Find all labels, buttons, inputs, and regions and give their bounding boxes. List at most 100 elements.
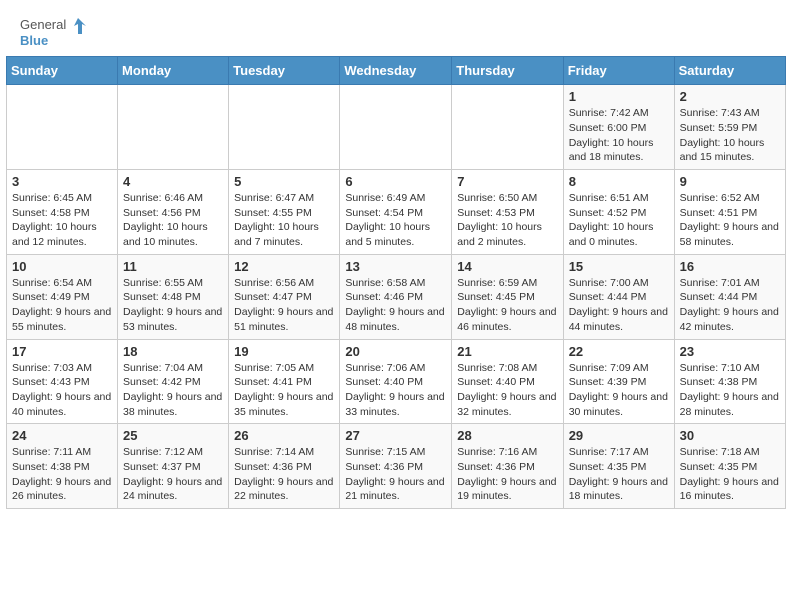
header: General Blue: [0, 0, 792, 56]
calendar-week-row: 3 Sunrise: 6:45 AM Sunset: 4:58 PM Daylig…: [7, 170, 786, 255]
day-number: 4: [123, 174, 223, 189]
calendar-cell: 29 Sunrise: 7:17 AM Sunset: 4:35 PM Dayli…: [563, 424, 674, 509]
calendar-cell: 7Sunrise: 6:50 AM Sunset: 4:53 PM Daylig…: [452, 170, 563, 255]
day-number: 13: [345, 259, 446, 274]
day-number: 18: [123, 344, 223, 359]
calendar-cell: 2Sunrise: 7:43 AM Sunset: 5:59 PM Daylig…: [674, 85, 785, 170]
day-number: 3: [12, 174, 112, 189]
calendar-cell: 18 Sunrise: 7:04 AM Sunset: 4:42 PM Dayli…: [118, 339, 229, 424]
day-number: 27: [345, 428, 446, 443]
calendar-cell: 30Sunrise: 7:18 AM Sunset: 4:35 PM Dayli…: [674, 424, 785, 509]
logo-general-text: General: [20, 18, 66, 32]
calendar-cell: 4 Sunrise: 6:46 AM Sunset: 4:56 PM Daylig…: [118, 170, 229, 255]
calendar-cell: 14 Sunrise: 6:59 AM Sunset: 4:45 PM Dayli…: [452, 254, 563, 339]
calendar-cell: 26 Sunrise: 7:14 AM Sunset: 4:36 PM Dayli…: [229, 424, 340, 509]
weekday-header-row: SundayMondayTuesdayWednesdayThursdayFrid…: [7, 57, 786, 85]
day-content: Sunrise: 7:03 AM Sunset: 4:43 PM Dayligh…: [12, 361, 112, 420]
day-number: 15: [569, 259, 669, 274]
day-number: 14: [457, 259, 557, 274]
calendar-cell: [118, 85, 229, 170]
calendar-cell: 17 Sunrise: 7:03 AM Sunset: 4:43 PM Dayli…: [7, 339, 118, 424]
calendar-week-row: 1 Sunrise: 7:42 AM Sunset: 6:00 PM Daylig…: [7, 85, 786, 170]
calendar-week-row: 17 Sunrise: 7:03 AM Sunset: 4:43 PM Dayli…: [7, 339, 786, 424]
calendar-cell: 27Sunrise: 7:15 AM Sunset: 4:36 PM Dayli…: [340, 424, 452, 509]
day-number: 16: [680, 259, 780, 274]
logo-container: General Blue: [20, 16, 86, 48]
day-content: Sunrise: 6:46 AM Sunset: 4:56 PM Dayligh…: [123, 191, 223, 250]
day-content: Sunrise: 6:47 AM Sunset: 4:55 PM Dayligh…: [234, 191, 334, 250]
logo: General Blue: [20, 16, 86, 48]
day-number: 17: [12, 344, 112, 359]
day-content: Sunrise: 7:01 AM Sunset: 4:44 PM Dayligh…: [680, 276, 780, 335]
day-content: Sunrise: 6:58 AM Sunset: 4:46 PM Dayligh…: [345, 276, 446, 335]
day-number: 8: [569, 174, 669, 189]
calendar-cell: 15 Sunrise: 7:00 AM Sunset: 4:44 PM Dayli…: [563, 254, 674, 339]
day-number: 28: [457, 428, 557, 443]
day-content: Sunrise: 7:05 AM Sunset: 4:41 PM Dayligh…: [234, 361, 334, 420]
day-number: 5: [234, 174, 334, 189]
calendar-body: 1 Sunrise: 7:42 AM Sunset: 6:00 PM Daylig…: [7, 85, 786, 509]
calendar-cell: 6 Sunrise: 6:49 AM Sunset: 4:54 PM Daylig…: [340, 170, 452, 255]
day-content: Sunrise: 7:09 AM Sunset: 4:39 PM Dayligh…: [569, 361, 669, 420]
calendar-cell: 11 Sunrise: 6:55 AM Sunset: 4:48 PM Dayli…: [118, 254, 229, 339]
day-number: 22: [569, 344, 669, 359]
day-number: 12: [234, 259, 334, 274]
day-content: Sunrise: 7:16 AM Sunset: 4:36 PM Dayligh…: [457, 445, 557, 504]
calendar-cell: 19 Sunrise: 7:05 AM Sunset: 4:41 PM Dayli…: [229, 339, 340, 424]
day-content: Sunrise: 7:17 AM Sunset: 4:35 PM Dayligh…: [569, 445, 669, 504]
day-content: Sunrise: 7:00 AM Sunset: 4:44 PM Dayligh…: [569, 276, 669, 335]
weekday-header-sunday: Sunday: [7, 57, 118, 85]
day-number: 26: [234, 428, 334, 443]
calendar-cell: [452, 85, 563, 170]
day-content: Sunrise: 7:14 AM Sunset: 4:36 PM Dayligh…: [234, 445, 334, 504]
logo-blue-text: Blue: [20, 34, 86, 48]
day-number: 19: [234, 344, 334, 359]
calendar-cell: [229, 85, 340, 170]
calendar-table: SundayMondayTuesdayWednesdayThursdayFrid…: [6, 56, 786, 509]
day-content: Sunrise: 7:11 AM Sunset: 4:38 PM Dayligh…: [12, 445, 112, 504]
day-content: Sunrise: 7:18 AM Sunset: 4:35 PM Dayligh…: [680, 445, 780, 504]
day-content: Sunrise: 7:12 AM Sunset: 4:37 PM Dayligh…: [123, 445, 223, 504]
day-number: 20: [345, 344, 446, 359]
day-content: Sunrise: 7:04 AM Sunset: 4:42 PM Dayligh…: [123, 361, 223, 420]
weekday-header-saturday: Saturday: [674, 57, 785, 85]
day-content: Sunrise: 6:56 AM Sunset: 4:47 PM Dayligh…: [234, 276, 334, 335]
calendar-cell: 20Sunrise: 7:06 AM Sunset: 4:40 PM Dayli…: [340, 339, 452, 424]
day-number: 9: [680, 174, 780, 189]
day-number: 25: [123, 428, 223, 443]
day-content: Sunrise: 7:43 AM Sunset: 5:59 PM Dayligh…: [680, 106, 780, 165]
day-content: Sunrise: 6:59 AM Sunset: 4:45 PM Dayligh…: [457, 276, 557, 335]
day-number: 29: [569, 428, 669, 443]
day-number: 1: [569, 89, 669, 104]
calendar-cell: 9Sunrise: 6:52 AM Sunset: 4:51 PM Daylig…: [674, 170, 785, 255]
calendar-cell: 10Sunrise: 6:54 AM Sunset: 4:49 PM Dayli…: [7, 254, 118, 339]
calendar-cell: 12 Sunrise: 6:56 AM Sunset: 4:47 PM Dayli…: [229, 254, 340, 339]
day-content: Sunrise: 7:42 AM Sunset: 6:00 PM Dayligh…: [569, 106, 669, 165]
calendar-wrapper: SundayMondayTuesdayWednesdayThursdayFrid…: [0, 56, 792, 515]
day-content: Sunrise: 6:45 AM Sunset: 4:58 PM Dayligh…: [12, 191, 112, 250]
day-content: Sunrise: 6:49 AM Sunset: 4:54 PM Dayligh…: [345, 191, 446, 250]
calendar-cell: [340, 85, 452, 170]
calendar-cell: 24Sunrise: 7:11 AM Sunset: 4:38 PM Dayli…: [7, 424, 118, 509]
weekday-header-tuesday: Tuesday: [229, 57, 340, 85]
logo-arrow-icon: [68, 16, 86, 34]
calendar-cell: 8Sunrise: 6:51 AM Sunset: 4:52 PM Daylig…: [563, 170, 674, 255]
day-number: 21: [457, 344, 557, 359]
calendar-cell: 25 Sunrise: 7:12 AM Sunset: 4:37 PM Dayli…: [118, 424, 229, 509]
calendar-cell: 28 Sunrise: 7:16 AM Sunset: 4:36 PM Dayli…: [452, 424, 563, 509]
calendar-week-row: 10Sunrise: 6:54 AM Sunset: 4:49 PM Dayli…: [7, 254, 786, 339]
calendar-cell: 1 Sunrise: 7:42 AM Sunset: 6:00 PM Daylig…: [563, 85, 674, 170]
calendar-cell: 21Sunrise: 7:08 AM Sunset: 4:40 PM Dayli…: [452, 339, 563, 424]
weekday-header-friday: Friday: [563, 57, 674, 85]
day-content: Sunrise: 7:10 AM Sunset: 4:38 PM Dayligh…: [680, 361, 780, 420]
calendar-cell: 16 Sunrise: 7:01 AM Sunset: 4:44 PM Dayli…: [674, 254, 785, 339]
calendar-cell: 23Sunrise: 7:10 AM Sunset: 4:38 PM Dayli…: [674, 339, 785, 424]
calendar-cell: 22 Sunrise: 7:09 AM Sunset: 4:39 PM Dayli…: [563, 339, 674, 424]
day-number: 6: [345, 174, 446, 189]
calendar-week-row: 24Sunrise: 7:11 AM Sunset: 4:38 PM Dayli…: [7, 424, 786, 509]
day-content: Sunrise: 6:55 AM Sunset: 4:48 PM Dayligh…: [123, 276, 223, 335]
weekday-header-thursday: Thursday: [452, 57, 563, 85]
day-content: Sunrise: 6:54 AM Sunset: 4:49 PM Dayligh…: [12, 276, 112, 335]
weekday-header-monday: Monday: [118, 57, 229, 85]
day-number: 11: [123, 259, 223, 274]
